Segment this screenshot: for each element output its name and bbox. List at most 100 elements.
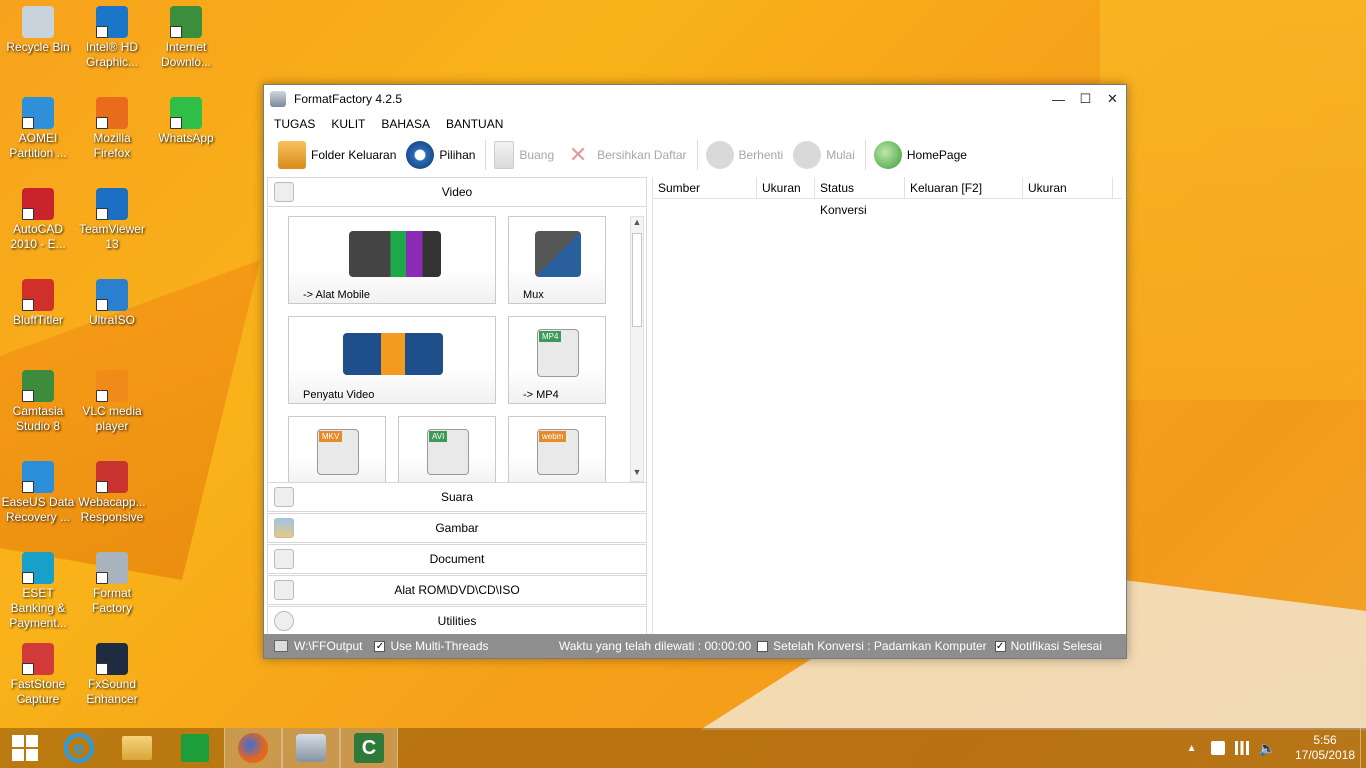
category-audio[interactable]: Suara <box>267 482 647 512</box>
notify-checkbox[interactable]: ✓ <box>994 640 1006 652</box>
desktop-icon-internet-downlo[interactable]: Internet Downlo... <box>148 6 224 70</box>
shutdown-checkbox[interactable] <box>757 640 769 652</box>
app-icon <box>96 97 128 129</box>
taskbar: e C ▲ 🔈 5:56 17/05/2018 <box>0 728 1366 768</box>
stop-button[interactable]: Berhenti <box>705 141 783 169</box>
options-button[interactable]: Pilihan <box>406 141 475 169</box>
clear-list-button[interactable]: ✕ Bersihkan Daftar <box>564 141 687 169</box>
homepage-button[interactable]: HomePage <box>873 141 967 169</box>
col-status[interactable]: Status Konversi <box>815 177 905 217</box>
desktop-icon-ultraiso[interactable]: UltraISO <box>74 279 150 328</box>
app-icon <box>22 643 54 675</box>
desktop-icon-label: UltraISO <box>88 313 135 327</box>
tile-mkv[interactable]: MKV <box>288 416 386 482</box>
output-path[interactable]: W:\FFOutput <box>294 639 362 653</box>
tile-video-joiner[interactable]: Penyatu Video <box>288 316 496 404</box>
desktop-icon-aomei-partition[interactable]: AOMEI Partition ... <box>0 97 76 161</box>
desktop-icon-intel-hd-graphic[interactable]: Intel® HD Graphic... <box>74 6 150 70</box>
format-factory-taskbar-icon <box>296 734 326 762</box>
menu-bahasa[interactable]: BAHASA <box>381 117 430 131</box>
app-icon <box>170 97 202 129</box>
app-icon <box>22 188 54 220</box>
tile-avi[interactable]: AVI <box>398 416 496 482</box>
desktop-icon-blufftitler[interactable]: BluffTitler <box>0 279 76 328</box>
maximize-button[interactable]: ☐ <box>1072 85 1099 113</box>
video-panel-scrollbar[interactable]: ▲ ▼ <box>630 216 644 482</box>
desktop-icon-label: EaseUS Data Recovery ... <box>1 495 75 524</box>
remove-button[interactable]: Buang <box>494 141 554 169</box>
desktop-icon-label: Intel® HD Graphic... <box>85 40 139 69</box>
taskbar-firefox[interactable] <box>224 728 282 768</box>
action-center-icon[interactable] <box>1210 741 1225 755</box>
col-output-size[interactable]: Ukuran <box>1023 177 1113 198</box>
col-size[interactable]: Ukuran <box>757 177 815 198</box>
col-source[interactable]: Sumber <box>653 177 757 198</box>
desktop-icon-teamviewer-13[interactable]: TeamViewer 13 <box>74 188 150 252</box>
tile-mobile-device[interactable]: -> Alat Mobile <box>288 216 496 304</box>
desktop-icon-format-factory[interactable]: Format Factory <box>74 552 150 616</box>
show-desktop-button[interactable] <box>1360 728 1366 768</box>
desktop-icon-autocad-2010-e[interactable]: AutoCAD 2010 - E... <box>0 188 76 252</box>
multithreads-checkbox[interactable]: ✓ <box>374 640 386 652</box>
desktop-icon-vlc-media-player[interactable]: VLC media player <box>74 370 150 434</box>
volume-icon[interactable]: 🔈 <box>1259 740 1276 757</box>
category-video[interactable]: Video <box>267 177 647 207</box>
desktop-icon-label: BluffTitler <box>12 313 63 327</box>
app-icon <box>22 279 54 311</box>
store-icon <box>181 734 209 762</box>
app-icon <box>170 6 202 38</box>
webm-badge: webm <box>539 431 567 442</box>
desktop-icon-label: AOMEI Partition ... <box>9 131 67 160</box>
desktop-icon-fxsound-enhancer[interactable]: FxSound Enhancer <box>74 643 150 707</box>
col-output[interactable]: Keluaran [F2] <box>905 177 1023 198</box>
desktop-icon-camtasia-studio-8[interactable]: Camtasia Studio 8 <box>0 370 76 434</box>
app-icon <box>96 643 128 675</box>
taskbar-camtasia[interactable]: C <box>340 728 398 768</box>
menu-tugas[interactable]: TUGAS <box>274 117 315 131</box>
desktop-icon-label: WhatsApp <box>158 131 214 145</box>
desktop-icon-whatsapp[interactable]: WhatsApp <box>148 97 224 146</box>
category-rom[interactable]: Alat ROM\DVD\CD\ISO <box>267 575 647 605</box>
taskbar-file-explorer[interactable] <box>108 728 166 768</box>
app-icon <box>22 461 54 493</box>
clock[interactable]: 5:56 17/05/2018 <box>1290 733 1360 763</box>
tile-mp4[interactable]: MP4 -> MP4 <box>508 316 606 404</box>
tile-mux[interactable]: Mux <box>508 216 606 304</box>
close-button[interactable]: ✕ <box>1099 85 1126 113</box>
desktop-icon-label: Recycle Bin <box>6 40 70 54</box>
taskbar-internet-explorer[interactable]: e <box>50 728 108 768</box>
minimize-button[interactable]: — <box>1045 85 1072 113</box>
category-picture[interactable]: Gambar <box>267 513 647 543</box>
desktop-icon-label: AutoCAD 2010 - E... <box>10 222 66 251</box>
scroll-thumb[interactable] <box>632 233 642 327</box>
scroll-down-icon[interactable]: ▼ <box>631 467 643 481</box>
desktop-icon-label: Camtasia Studio 8 <box>12 404 64 433</box>
menu-bantuan[interactable]: BANTUAN <box>446 117 503 131</box>
desktop-icon-eset-banking-payment[interactable]: ESET Banking & Payment... <box>0 552 76 631</box>
desktop-icon-easeus-data-recovery[interactable]: EaseUS Data Recovery ... <box>0 461 76 525</box>
category-document[interactable]: Document <box>267 544 647 574</box>
stop-icon <box>705 141 734 169</box>
desktop-icon-webacapp-responsive[interactable]: Webacapp... Responsive <box>74 461 150 525</box>
output-folder-button[interactable]: Folder Keluaran <box>278 141 396 169</box>
title-bar[interactable]: FormatFactory 4.2.5 — ☐ ✕ <box>264 85 1126 113</box>
network-icon[interactable] <box>1234 741 1249 755</box>
desktop-icon-recycle-bin[interactable]: Recycle Bin <box>0 6 76 55</box>
taskbar-store[interactable] <box>166 728 224 768</box>
app-icon <box>96 370 128 402</box>
system-tray: ▲ 🔈 5:56 17/05/2018 <box>1187 728 1366 768</box>
app-icon <box>96 6 128 38</box>
task-list[interactable]: Sumber Ukuran Status Konversi Keluaran [… <box>652 177 1122 635</box>
start-icon <box>793 141 822 169</box>
scroll-up-icon[interactable]: ▲ <box>631 217 643 231</box>
desktop-icon-label: FastStone Capture <box>10 677 66 706</box>
start-button[interactable]: Mulai <box>793 141 855 169</box>
menu-kulit[interactable]: KULIT <box>331 117 365 131</box>
category-utilities[interactable]: Utilities <box>267 606 647 636</box>
desktop-icon-faststone-capture[interactable]: FastStone Capture <box>0 643 76 707</box>
desktop-icon-mozilla-firefox[interactable]: Mozilla Firefox <box>74 97 150 161</box>
tile-webm[interactable]: webm <box>508 416 606 482</box>
show-hidden-icons-icon[interactable]: ▲ <box>1187 743 1197 754</box>
taskbar-format-factory[interactable] <box>282 728 340 768</box>
start-button[interactable] <box>0 728 50 768</box>
